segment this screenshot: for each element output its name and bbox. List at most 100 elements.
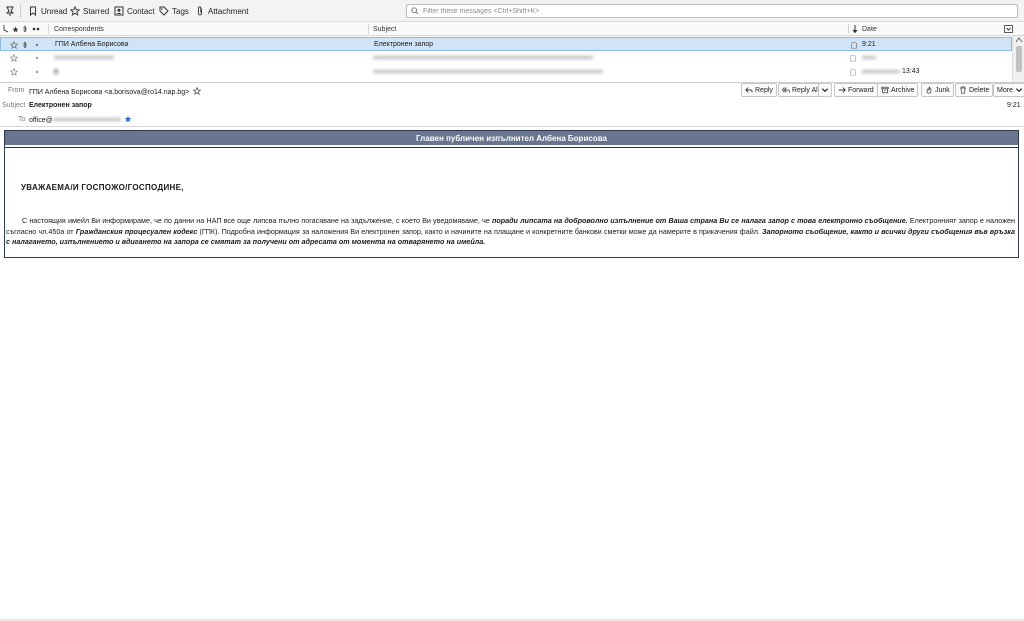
thread-row[interactable]: [0, 51, 1012, 65]
star-icon: [12, 26, 19, 32]
reply-label: Reply: [755, 86, 773, 94]
reply-arrow-icon: [745, 87, 753, 93]
row-subject-redacted: [373, 65, 603, 78]
column-divider: [368, 24, 369, 34]
archive-button[interactable]: Archive: [877, 83, 919, 97]
read-status-icon: [32, 27, 40, 31]
reply-all-arrow-icon: [782, 87, 790, 93]
thread-row[interactable]: 13:43: [0, 65, 1012, 79]
star-outline-icon: [10, 40, 18, 49]
row-read-indicator[interactable]: [35, 38, 39, 51]
email-emphasis: поради липсата на доброволно изпълнение …: [491, 216, 908, 225]
starred-filter-button[interactable]: Starred: [68, 4, 111, 18]
contact-card-icon: [114, 6, 124, 16]
email-emphasis: Гражданския процесуален кодекс: [75, 226, 198, 236]
row-star-toggle[interactable]: [10, 51, 18, 64]
unread-label: Unread: [41, 6, 68, 16]
star-icon: [70, 6, 80, 16]
row-correspondent-redacted: [54, 51, 114, 64]
column-picker-icon: [1004, 25, 1013, 33]
reply-button[interactable]: Reply: [741, 83, 777, 97]
thread-toggle-column[interactable]: [3, 22, 9, 36]
attachment-filter-button[interactable]: Attachment: [193, 4, 250, 18]
thread-pane-scrollbar[interactable]: [1012, 36, 1024, 82]
unread-filter-button[interactable]: Unread: [26, 4, 69, 18]
row-subject: Електронен запор: [374, 41, 434, 48]
from-address[interactable]: ГПИ Албена Борисова <a.borisova@ro14.nap…: [29, 89, 189, 96]
row-status-icon: [850, 38, 858, 51]
to-address-redacted: [52, 118, 121, 121]
column-picker-button[interactable]: [1004, 22, 1013, 36]
bookmark-icon: [30, 6, 36, 16]
thread-icon: [3, 25, 9, 33]
thread-row[interactable]: ГПИ Албена Борисова Електронен запор 9:2…: [0, 37, 1012, 51]
row-read-indicator[interactable]: [35, 65, 39, 78]
sort-indicator-icon: [852, 25, 858, 33]
read-status-column[interactable]: [32, 22, 40, 36]
row-star-toggle[interactable]: [10, 65, 18, 78]
date-header-label: Date: [862, 25, 877, 33]
header-separator: [0, 126, 1024, 127]
correspondents-column-header[interactable]: Correspondents: [54, 22, 104, 36]
archive-box-icon: [881, 86, 889, 94]
read-dot-icon: [35, 70, 39, 73]
to-label: To: [18, 116, 26, 123]
delete-button[interactable]: Delete: [955, 83, 994, 97]
to-address[interactable]: office@: [29, 117, 53, 124]
junk-label: Junk: [935, 86, 950, 94]
star-outline-icon[interactable]: [192, 86, 202, 95]
subject-column-header[interactable]: Subject: [373, 22, 396, 36]
more-button[interactable]: More: [993, 83, 1024, 97]
read-dot-icon: [35, 43, 39, 46]
correspondents-header-label: Correspondents: [54, 25, 104, 33]
row-date-prefix-redacted: [862, 65, 900, 78]
star-outline-icon: [10, 53, 18, 62]
date-column-header[interactable]: Date: [852, 22, 877, 36]
junk-flame-icon: [926, 86, 932, 94]
email-body-frame: Главен публичен изпълнител Албена Борисо…: [4, 130, 1019, 258]
quick-filter-bar: Unread Starred Contact Tags Attachment: [0, 0, 1024, 22]
star-outline-icon: [10, 67, 18, 76]
trash-icon: [960, 86, 966, 94]
from-value[interactable]: ГПИ Албена Борисова <a.borisova@ro14.nap…: [29, 86, 202, 96]
contact-star-icon[interactable]: [124, 115, 132, 123]
junk-button[interactable]: Junk: [921, 83, 954, 97]
paperclip-icon: [23, 26, 27, 32]
row-status-icon: [849, 65, 857, 78]
row-correspondent-redacted: [54, 65, 64, 78]
tags-filter-button[interactable]: Tags: [157, 4, 191, 18]
reply-all-dropdown[interactable]: [818, 84, 829, 96]
contact-filter-button[interactable]: Contact: [112, 4, 157, 18]
forward-button[interactable]: Forward: [834, 83, 878, 97]
chevron-down-icon: [822, 88, 829, 93]
sticky-filter-button[interactable]: [3, 4, 17, 18]
row-star-toggle[interactable]: [10, 38, 18, 51]
paperclip-icon: [23, 41, 27, 48]
chevron-down-icon: [1015, 88, 1023, 93]
tags-label: Tags: [172, 6, 189, 16]
starred-label: Starred: [83, 6, 110, 16]
row-subject-redacted: [373, 51, 593, 64]
row-date: 9:21: [862, 41, 876, 48]
forward-arrow-icon: [838, 87, 846, 93]
row-date-redacted: [862, 51, 876, 64]
search-icon: [411, 7, 419, 15]
subject-value: Електронен запор: [29, 102, 92, 109]
subject-label: Subject: [2, 102, 26, 109]
filter-search-input[interactable]: [423, 7, 1003, 15]
junk-status-icon: [850, 68, 856, 76]
junk-status-icon: [851, 41, 857, 49]
reply-all-button[interactable]: Reply All: [778, 83, 833, 97]
scrollbar-thumb[interactable]: [1016, 46, 1022, 72]
to-value[interactable]: office@: [29, 115, 132, 124]
starred-column[interactable]: [12, 22, 19, 36]
filter-search-box[interactable]: [406, 4, 1018, 18]
attachment-column[interactable]: [22, 22, 28, 36]
junk-status-icon: [850, 54, 856, 62]
from-label: From: [8, 87, 25, 94]
attachment-label: Attachment: [208, 6, 249, 16]
reply-all-label: Reply All: [792, 86, 820, 94]
row-read-indicator[interactable]: [35, 51, 39, 64]
email-banner: Главен публичен изпълнител Албена Борисо…: [5, 131, 1018, 145]
email-text-part: С настоящия имейл Ви информираме, че по …: [22, 216, 492, 225]
